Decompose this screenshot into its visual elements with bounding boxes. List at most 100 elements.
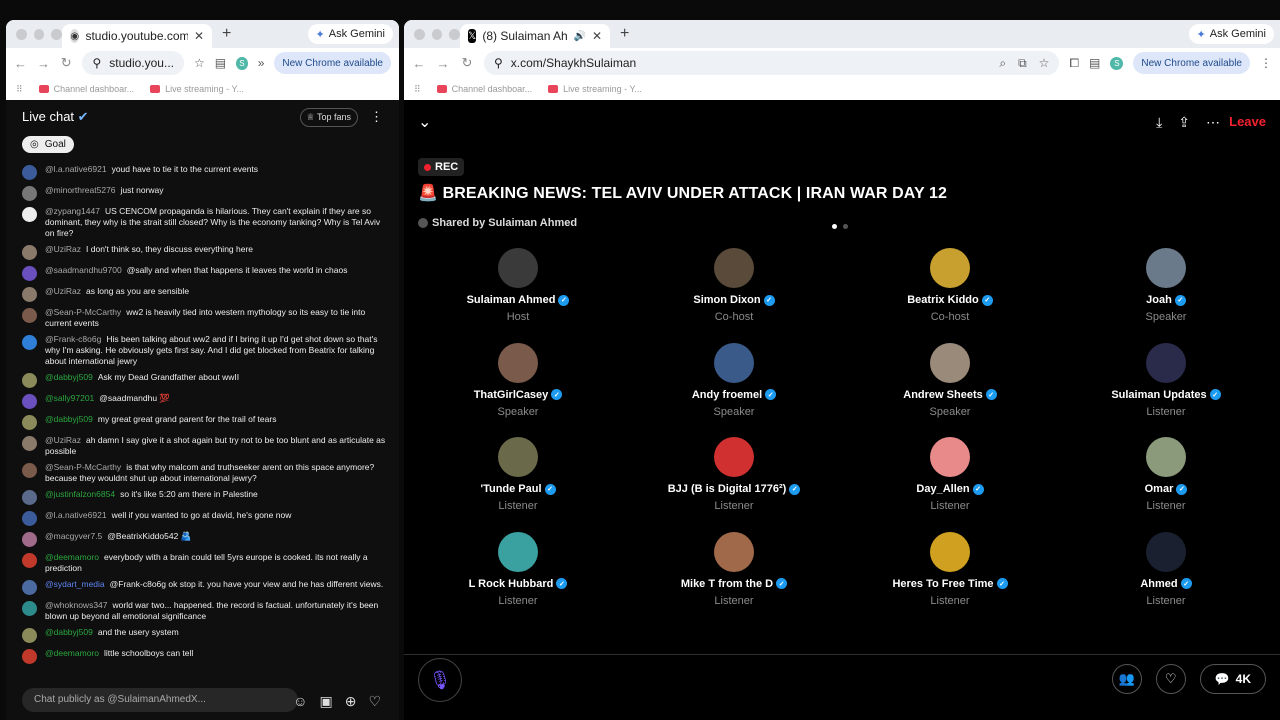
tab-youtube-studio[interactable]: ◉ studio.youtube.com/live_cha ✕ — [62, 24, 212, 48]
avatar[interactable] — [930, 531, 970, 572]
username[interactable]: @dabbyj509 — [45, 372, 93, 382]
super-chat-icon[interactable]: ▣ — [319, 693, 332, 710]
bookmark-star-icon[interactable]: ☆ — [194, 56, 205, 70]
emoji-icon[interactable]: ☺ — [293, 693, 307, 710]
username[interactable]: @whoknows347 — [45, 600, 108, 610]
avatar[interactable] — [22, 436, 37, 451]
avatar[interactable] — [1146, 342, 1186, 383]
profile-icon[interactable]: S — [236, 56, 248, 70]
more-options-icon[interactable]: ⋮ — [370, 109, 383, 125]
new-tab-icon[interactable]: + — [222, 25, 231, 43]
avatar[interactable] — [22, 463, 37, 478]
avatar[interactable] — [22, 207, 37, 222]
microphone-button[interactable]: 🎙 — [418, 658, 462, 702]
zoom-icon[interactable]: ⌕ — [999, 56, 1006, 71]
new-tab-icon[interactable]: + — [620, 25, 629, 43]
participant[interactable]: Mike T from the D ✓ Listener — [626, 531, 842, 616]
cast-icon[interactable]: ▤ — [215, 56, 226, 70]
participant[interactable]: Simon Dixon ✓ Co-host — [626, 248, 842, 332]
more-icon[interactable]: ⋯ — [1206, 114, 1220, 131]
chat-input[interactable]: Chat publicly as @SulaimanAhmedX... — [22, 688, 298, 712]
window-controls[interactable] — [404, 28, 461, 40]
username[interactable]: @justinfalzon6854 — [45, 489, 115, 499]
reload-icon[interactable]: ↻ — [60, 55, 72, 71]
username[interactable]: @dabbyj509 — [45, 627, 93, 637]
ask-gemini-button[interactable]: ✦ Ask Gemini — [1188, 24, 1274, 44]
forward-icon[interactable]: → — [37, 56, 50, 71]
avatar[interactable] — [498, 248, 538, 288]
avatar[interactable] — [22, 165, 37, 180]
username[interactable]: @dabbyj509 — [45, 414, 93, 424]
chevron-double-icon[interactable]: » — [258, 56, 265, 70]
avatar[interactable] — [1146, 437, 1186, 477]
participant[interactable]: Heres To Free Time ✓ Listener — [842, 531, 1058, 616]
participant[interactable]: 'Tunde Paul ✓ Listener — [410, 437, 626, 521]
avatar[interactable] — [22, 335, 37, 350]
bookmark-channel-dashboard[interactable]: Channel dashboar... — [38, 84, 134, 94]
ask-gemini-button[interactable]: ✦ Ask Gemini — [307, 24, 393, 44]
dock-icon[interactable]: ⤓ — [1156, 114, 1162, 131]
username[interactable]: @deemamoro — [45, 552, 99, 562]
username[interactable]: @deemamoro — [45, 648, 99, 658]
share-icon[interactable]: ⇪ — [1178, 114, 1190, 131]
avatar[interactable] — [22, 601, 37, 616]
avatar[interactable] — [714, 531, 754, 572]
apps-icon[interactable]: ⠿ — [414, 84, 421, 95]
avatar[interactable] — [930, 437, 970, 477]
avatar[interactable] — [498, 342, 538, 383]
participant[interactable]: BJJ (B is Digital 1776²) ✓ Listener — [626, 437, 842, 521]
participant[interactable]: Sulaiman Ahmed ✓ Host — [410, 248, 626, 332]
username[interactable]: @UziRaz — [45, 435, 81, 445]
new-chrome-available-button[interactable]: New Chrome available — [1133, 52, 1250, 74]
menu-icon[interactable]: ⋮ — [1260, 56, 1272, 70]
avatar[interactable] — [22, 266, 37, 281]
back-icon[interactable]: ← — [412, 56, 426, 71]
people-button[interactable]: 👥 — [1111, 664, 1142, 694]
speaker-icon[interactable]: 🔊 — [573, 31, 585, 42]
avatar[interactable] — [22, 394, 37, 409]
username[interactable]: @Sean-P-McCarthy — [45, 307, 121, 317]
apps-icon[interactable]: ⠿ — [16, 84, 23, 95]
participant[interactable]: Andy froemel ✓ Speaker — [626, 342, 842, 427]
avatar[interactable] — [22, 308, 37, 323]
bookmark-channel-dashboard[interactable]: Channel dashboar... — [436, 84, 532, 94]
username[interactable]: @Frank-c8o6g — [45, 334, 101, 344]
avatar[interactable] — [22, 373, 37, 388]
participant[interactable]: Ahmed ✓ Listener — [1058, 531, 1274, 616]
forward-icon[interactable]: → — [436, 56, 450, 71]
participant[interactable]: L Rock Hubbard ✓ Listener — [410, 531, 626, 616]
avatar[interactable] — [1146, 531, 1186, 572]
avatar[interactable] — [930, 342, 970, 383]
avatar[interactable] — [22, 415, 37, 430]
username[interactable]: @zypang1447 — [45, 206, 100, 216]
avatar[interactable] — [22, 186, 37, 201]
site-info-icon[interactable]: ⚲ — [494, 56, 503, 70]
participant[interactable]: Andrew Sheets ✓ Speaker — [842, 342, 1058, 427]
cast-icon[interactable]: ▤ — [1089, 56, 1100, 70]
avatar[interactable] — [22, 287, 37, 302]
username[interactable]: @l.a.native6921 — [45, 164, 107, 174]
username[interactable]: @saadmandhu9700 — [45, 265, 122, 275]
participant[interactable]: Beatrix Kiddo ✓ Co-host — [842, 248, 1058, 332]
install-icon[interactable]: ⧉ — [1018, 56, 1027, 71]
participant[interactable]: ThatGirlCasey ✓ Speaker — [410, 342, 626, 427]
username[interactable]: @minorthreat5276 — [45, 185, 116, 195]
reload-icon[interactable]: ↻ — [460, 55, 474, 71]
tab-x-profile[interactable]: 𝕏 (8) Sulaiman Ahmed (@Sh 🔊 ✕ — [460, 24, 610, 48]
close-tab-icon[interactable]: ✕ — [592, 29, 602, 43]
participant[interactable]: Omar ✓ Listener — [1058, 437, 1274, 521]
avatar[interactable] — [22, 245, 37, 260]
avatar[interactable] — [714, 342, 754, 383]
add-icon[interactable]: ⊕ — [345, 693, 357, 710]
username[interactable]: @macgyver7.5 — [45, 531, 102, 541]
username[interactable]: @sally97201 — [45, 393, 94, 403]
username[interactable]: @Sean-P-McCarthy — [45, 462, 121, 472]
username[interactable]: @UziRaz — [45, 244, 81, 254]
top-fans-button[interactable]: ♕ Top fans — [299, 107, 358, 127]
site-info-icon[interactable]: ⚲ — [92, 56, 101, 70]
profile-icon[interactable]: S — [1110, 56, 1124, 70]
avatar[interactable] — [498, 531, 538, 572]
close-tab-icon[interactable]: ✕ — [194, 29, 204, 43]
username[interactable]: @l.a.native6921 — [45, 510, 107, 520]
heart-icon[interactable]: ♡ — [368, 693, 381, 710]
